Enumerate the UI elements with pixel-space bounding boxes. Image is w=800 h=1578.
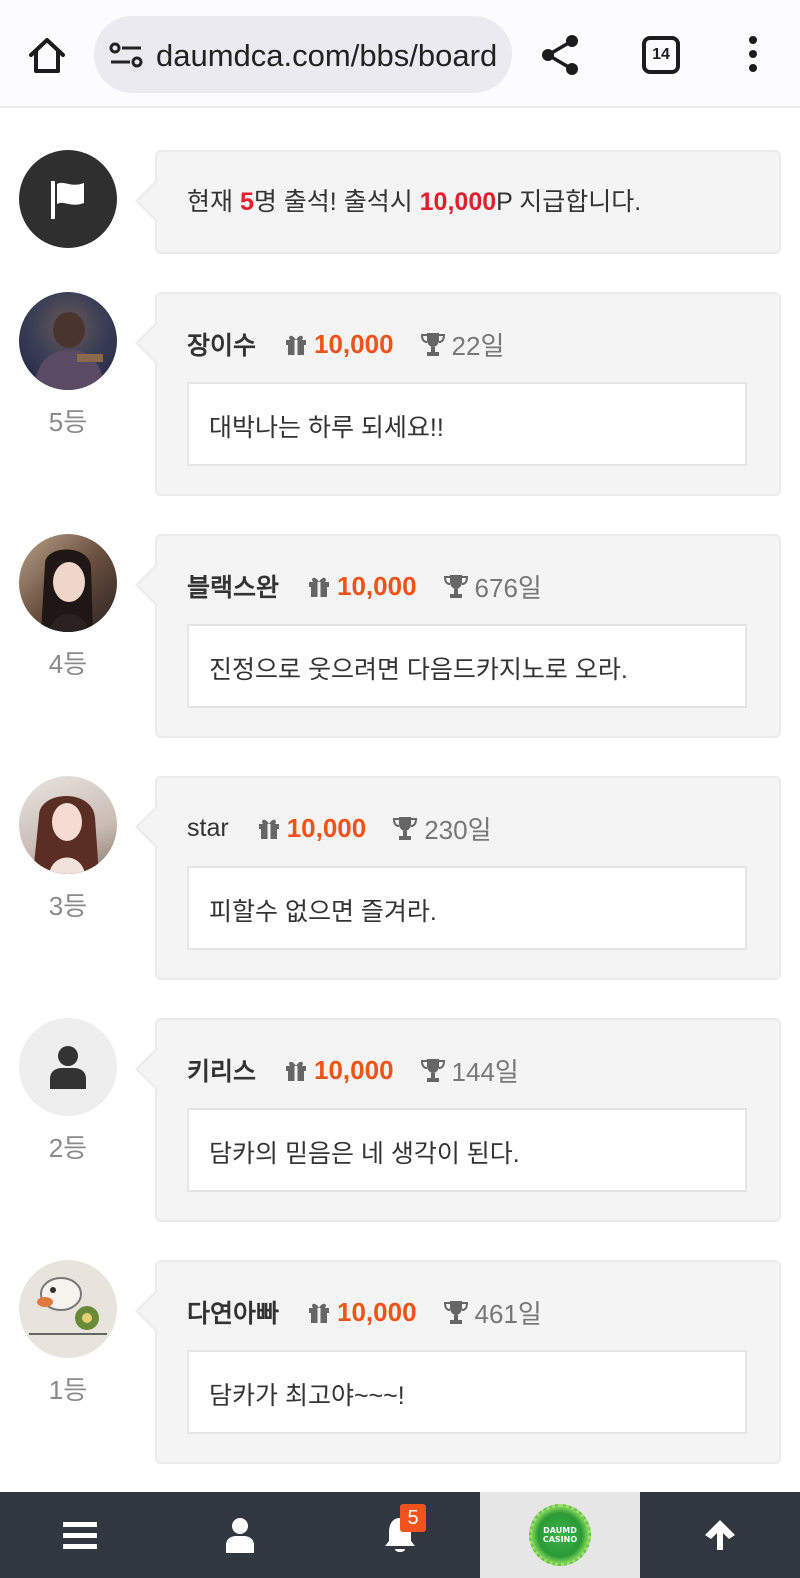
profile-button[interactable] xyxy=(160,1492,320,1578)
gift-icon xyxy=(309,577,330,597)
points-value: 10,000 xyxy=(337,570,417,601)
attendance-days: 230일 xyxy=(424,814,492,845)
attendance-days: 461일 xyxy=(474,1298,542,1329)
message-box: 진정으로 웃으려면 다음드카지노로 오라. xyxy=(187,624,747,708)
browser-toolbar: daumdca.com/bbs/board 14 xyxy=(0,0,800,108)
comment-bubble: 장이수 10,000 22일 대박나는 하루 되세요!! xyxy=(135,292,781,496)
menu-button[interactable] xyxy=(0,1492,160,1578)
comment-bubble: 블랙스완 10,000 676일 진정으로 웃으려면 다음드카지노로 오라. xyxy=(135,534,781,738)
arrow-up-icon xyxy=(705,1520,735,1550)
logo-text-bottom: CASINO xyxy=(542,1535,578,1544)
home-logo-button[interactable]: DAUMD CASINO xyxy=(480,1492,640,1578)
message-box: 담카의 믿음은 네 생각이 된다. xyxy=(187,1108,747,1192)
scroll-top-button[interactable] xyxy=(640,1492,800,1578)
flag-icon xyxy=(19,150,117,248)
comment-bubble: 다연아빠 10,000 461일 담카가 최고야~~~! xyxy=(135,1260,781,1464)
list-item: 2등 키리스 10,000 144일 담카의 믿음은 네 생각이 된다. xyxy=(0,1018,800,1222)
rank-label: 4등 xyxy=(48,649,88,679)
user-icon xyxy=(226,1518,254,1553)
more-menu-icon[interactable] xyxy=(738,34,768,74)
message-text: 담카의 믿음은 네 생각이 된다. xyxy=(209,1140,520,1168)
points-value: 10,000 xyxy=(337,1296,417,1327)
avatar[interactable] xyxy=(19,534,117,632)
notification-badge: 5 xyxy=(400,1504,426,1532)
trophy-icon xyxy=(420,333,445,356)
rank-label: 5등 xyxy=(48,407,88,437)
home-icon[interactable] xyxy=(22,30,72,80)
comment-meta: 키리스 10,000 144일 xyxy=(187,1050,519,1090)
tab-switcher-button[interactable]: 14 xyxy=(642,36,680,74)
avatar[interactable] xyxy=(19,292,117,390)
bottom-nav: 5 DAUMD CASINO xyxy=(0,1492,800,1578)
message-text: 피할수 없으면 즐겨라. xyxy=(209,898,437,926)
default-user-avatar-icon[interactable] xyxy=(19,1018,117,1116)
share-icon[interactable] xyxy=(538,32,584,78)
hamburger-icon xyxy=(63,1522,97,1549)
trophy-icon xyxy=(443,575,468,598)
gift-icon xyxy=(309,1303,330,1323)
comment-bubble: 키리스 10,000 144일 담카의 믿음은 네 생각이 된다. xyxy=(135,1018,781,1222)
nickname[interactable]: 키리스 xyxy=(187,1052,256,1088)
comment-meta: 장이수 10,000 22일 xyxy=(187,324,504,364)
notice-points: 10,000 xyxy=(419,188,497,216)
url-text[interactable]: daumdca.com/bbs/board xyxy=(156,36,496,76)
attendance-days: 676일 xyxy=(474,572,542,603)
nickname[interactable]: 블랙스완 xyxy=(187,568,279,604)
message-text: 진정으로 웃으려면 다음드카지노로 오라. xyxy=(209,656,628,684)
message-box: 대박나는 하루 되세요!! xyxy=(187,382,747,466)
attendance-days: 144일 xyxy=(451,1056,519,1087)
attendance-days: 22일 xyxy=(451,330,505,361)
notice-text: 현재 5명 출석! 출석시 10,000P 지급합니다. xyxy=(187,182,641,218)
avatar[interactable] xyxy=(19,1260,117,1358)
notice-prefix: 현재 xyxy=(187,188,240,216)
points-value: 10,000 xyxy=(314,328,394,359)
avatar[interactable] xyxy=(19,776,117,874)
rank-label: 1등 xyxy=(48,1375,88,1405)
comment-meta: 다연아빠 10,000 461일 xyxy=(187,1292,542,1332)
comment-meta: star 10,000 230일 xyxy=(187,808,492,848)
logo-text-top: DAUMD xyxy=(543,1526,577,1535)
attendance-notice: 현재 5명 출석! 출석시 10,000P 지급합니다. xyxy=(0,150,800,254)
gift-icon xyxy=(258,819,279,839)
notice-middle: 명 출석! 출석시 xyxy=(253,188,420,216)
trophy-icon xyxy=(420,1059,445,1082)
attendance-list: 현재 5명 출석! 출석시 10,000P 지급합니다. 5등 장이수 10,0… xyxy=(0,110,800,1492)
gift-icon xyxy=(286,335,307,355)
site-settings-icon[interactable] xyxy=(108,40,144,70)
tab-count: 14 xyxy=(652,46,670,63)
points-value: 10,000 xyxy=(314,1054,394,1085)
list-item: 4등 블랙스완 10,000 676일 진정으로 웃으려면 다음드카지노로 오라… xyxy=(0,534,800,738)
daumd-casino-logo: DAUMD CASINO xyxy=(529,1504,591,1566)
gift-icon xyxy=(286,1061,307,1081)
list-item: 1등 다연아빠 10,000 461일 담카가 최고야~~~! xyxy=(0,1260,800,1464)
address-bar[interactable]: daumdca.com/bbs/board xyxy=(94,16,512,93)
message-box: 피할수 없으면 즐겨라. xyxy=(187,866,747,950)
trophy-icon xyxy=(393,817,418,840)
points-value: 10,000 xyxy=(286,812,367,843)
rank-label: 3등 xyxy=(48,891,88,921)
notice-bubble: 현재 5명 출석! 출석시 10,000P 지급합니다. xyxy=(135,150,781,254)
attendee-count: 5 xyxy=(239,188,254,216)
nickname[interactable]: star xyxy=(187,814,229,843)
message-text: 대박나는 하루 되세요!! xyxy=(209,414,444,442)
comment-bubble: star 10,000 230일 피할수 없으면 즐겨라. xyxy=(135,776,781,980)
list-item: 5등 장이수 10,000 22일 대박나는 하루 되세요!! xyxy=(0,292,800,496)
notifications-button[interactable]: 5 xyxy=(320,1492,480,1578)
comment-meta: 블랙스완 10,000 676일 xyxy=(187,566,542,606)
message-text: 담카가 최고야~~~! xyxy=(209,1382,405,1410)
nickname[interactable]: 장이수 xyxy=(187,326,256,362)
rank-label: 2등 xyxy=(48,1133,88,1163)
message-box: 담카가 최고야~~~! xyxy=(187,1350,747,1434)
list-item: 3등 star 10,000 230일 피할수 없으면 즐겨라. xyxy=(0,776,800,980)
notice-suffix: P 지급합니다. xyxy=(496,188,642,216)
nickname[interactable]: 다연아빠 xyxy=(187,1294,279,1330)
trophy-icon xyxy=(443,1301,468,1324)
